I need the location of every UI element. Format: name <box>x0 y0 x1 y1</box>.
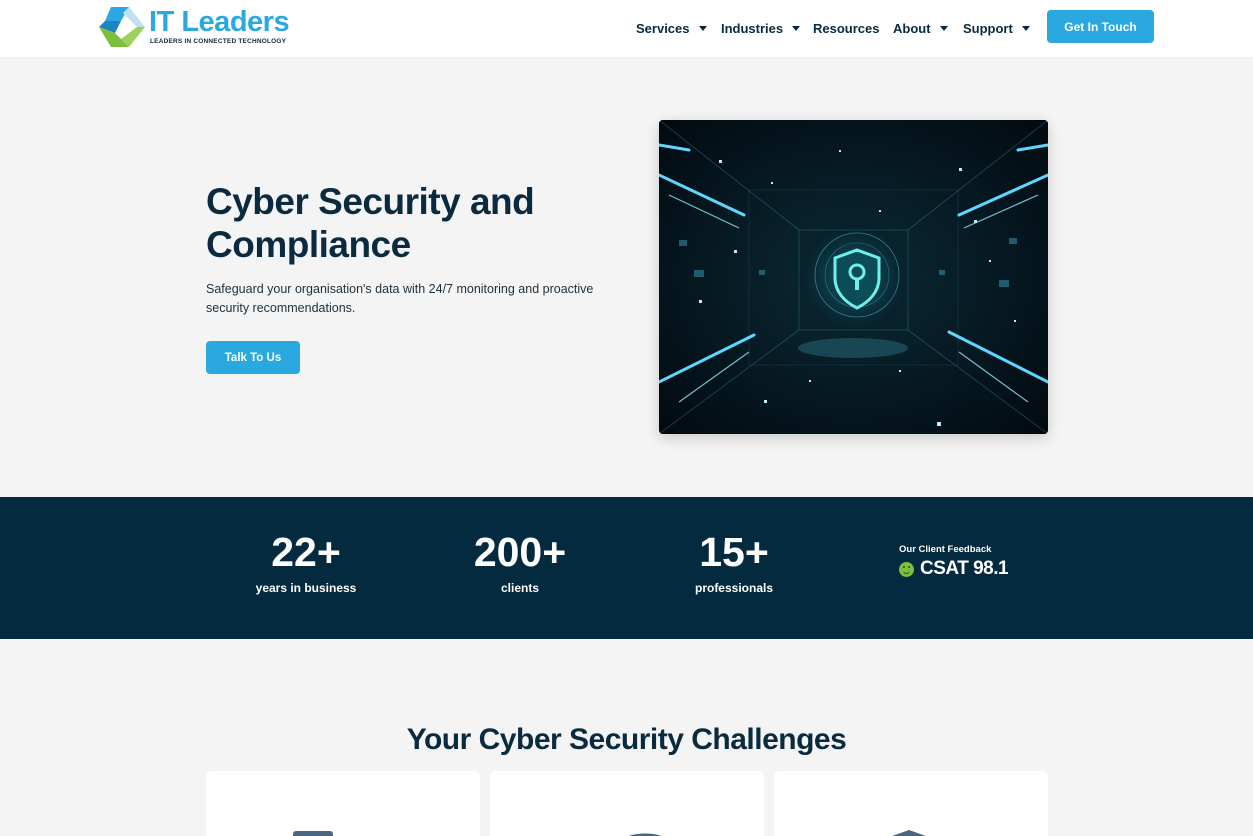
page-title: Cyber Security and Compliance <box>206 181 535 265</box>
nav-about[interactable]: About <box>893 19 948 37</box>
csat-score: CSAT 98.1 <box>899 558 1009 580</box>
challenge-card <box>490 771 764 836</box>
hero-subtitle: Safeguard your organisation's data with … <box>206 282 594 315</box>
nav-services[interactable]: Services <box>636 19 707 37</box>
stat-years-value: 22+ <box>271 529 341 575</box>
nav-industries-label: Industries <box>721 20 784 36</box>
logo-wordmark: IT Leaders <box>149 5 290 39</box>
stat-years-label: years in business <box>255 581 357 595</box>
client-feedback-label: Our Client Feedback <box>899 544 992 555</box>
lock-icon <box>629 833 661 836</box>
nav-support-label: Support <box>963 20 1013 36</box>
smiley-icon <box>899 561 914 577</box>
chevron-down-icon <box>1021 25 1030 31</box>
logo-word-leaders: Leaders <box>181 6 290 38</box>
it-leaders-logo[interactable]: IT Leaders LEADERS IN CONNECTED TECHNOLO… <box>99 6 290 49</box>
hero-cyber-image <box>659 120 1048 434</box>
stat-professionals-label: professionals <box>694 581 774 595</box>
csat-text: CSAT 98.1 <box>920 558 1009 579</box>
nav-industries[interactable]: Industries <box>721 19 801 37</box>
shield-icon <box>892 830 926 836</box>
chevron-down-icon <box>939 25 948 31</box>
chevron-down-icon <box>792 25 801 31</box>
nav-resources-label: Resources <box>813 20 880 36</box>
site-header: IT Leaders LEADERS IN CONNECTED TECHNOLO… <box>0 0 1253 57</box>
talk-to-us-button[interactable]: Talk To Us <box>206 341 300 374</box>
challenges-title: Your Cyber Security Challenges <box>406 723 847 756</box>
stat-clients-value: 200+ <box>473 529 567 575</box>
nav-resources[interactable]: Resources <box>813 19 879 37</box>
challenge-card <box>206 771 480 836</box>
chevron-down-icon <box>698 25 707 31</box>
logo-tagline: LEADERS IN CONNECTED TECHNOLOGY <box>150 38 287 45</box>
cyber-tunnel-illustration <box>659 120 1048 434</box>
get-in-touch-button[interactable]: Get In Touch <box>1047 10 1154 43</box>
challenge-card <box>774 771 1048 836</box>
monitor-icon <box>293 831 333 836</box>
nav-support[interactable]: Support <box>963 19 1030 37</box>
stat-clients-label: clients <box>500 581 539 595</box>
stats-band <box>0 497 1253 639</box>
logo-word-it: IT <box>149 6 174 38</box>
logo-mark-icon <box>99 7 145 47</box>
nav-about-label: About <box>893 20 931 36</box>
stat-professionals-value: 15+ <box>699 529 769 575</box>
nav-services-label: Services <box>636 20 690 36</box>
